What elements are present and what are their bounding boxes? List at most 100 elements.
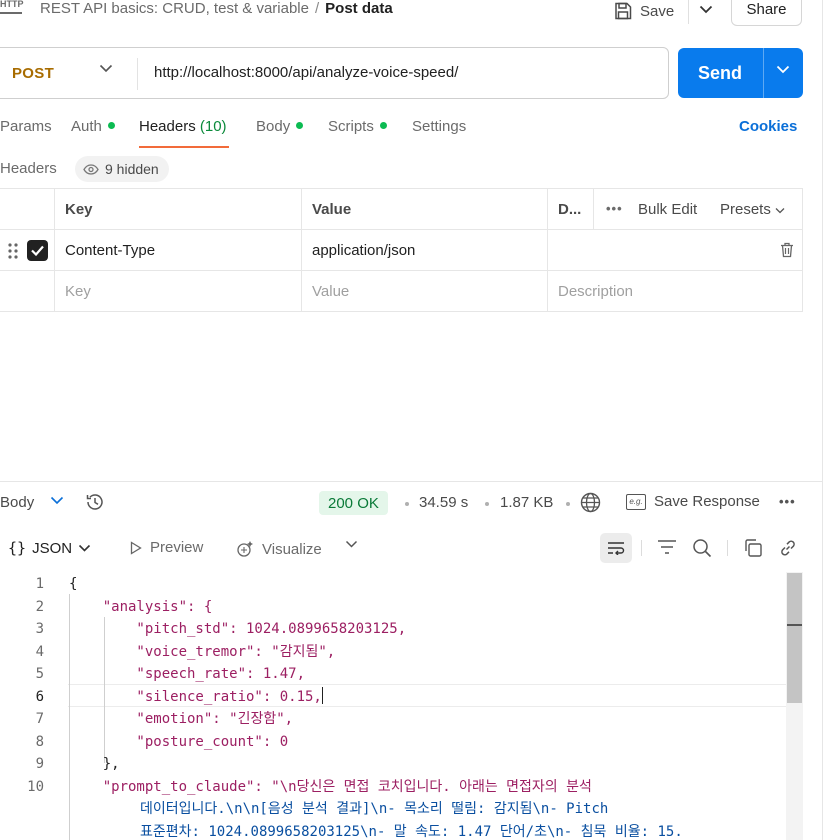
url-input[interactable]: http://localhost:8000/api/analyze-voice-…: [154, 64, 458, 81]
share-button[interactable]: Share: [731, 0, 802, 26]
chevron-down-icon: [775, 208, 785, 214]
drag-handle-icon[interactable]: [8, 242, 18, 260]
code-line-wrapped: 데이터입니다.\n\n[음성 분석 결과]\n- 목소리 떨림: 감지됨\n- …: [0, 798, 786, 821]
row-checkbox[interactable]: [27, 240, 48, 261]
request-name[interactable]: Post data: [325, 0, 393, 17]
search-icon[interactable]: [692, 538, 712, 558]
response-body-editor[interactable]: 1 { 2 "analysis": { 3 "pitch_std": 1024.…: [0, 572, 803, 840]
tab-auth[interactable]: Auth: [71, 118, 115, 148]
scrollbar-position-marker: [787, 624, 802, 626]
filter-icon[interactable]: [657, 538, 677, 556]
more-options-icon[interactable]: •••: [606, 201, 623, 216]
line-number: 10: [27, 778, 44, 795]
code-text: "pitch_std": 1024.0899658203125,: [69, 621, 407, 637]
code-text: "posture_count": 0: [69, 733, 289, 750]
headers-table: Key Value D... ••• Bulk Edit Presets Con…: [0, 188, 803, 312]
status-dot: [379, 122, 387, 129]
presets-dropdown[interactable]: Presets: [720, 201, 785, 218]
separator-dot: [566, 502, 570, 506]
divider: [137, 58, 138, 90]
tab-scripts[interactable]: Scripts: [328, 118, 387, 148]
line-number: 4: [35, 643, 44, 660]
table-header-row: Key Value D... ••• Bulk Edit Presets: [0, 189, 802, 230]
key-input[interactable]: Key: [54, 271, 301, 312]
response-size[interactable]: 1.87 KB: [500, 494, 553, 511]
save-button[interactable]: Save: [614, 0, 674, 22]
table-row: Content-Type application/json: [0, 230, 802, 271]
line-number: 8: [35, 733, 44, 750]
code-text: "speech_rate": 1.47,: [69, 666, 306, 682]
scrollbar-thumb[interactable]: [787, 573, 802, 703]
history-icon[interactable]: [85, 492, 105, 512]
request-tabs: Params Auth Headers (10) Body Scripts Se…: [0, 118, 833, 150]
code-line: 9 },: [0, 753, 786, 776]
header-description-cell[interactable]: [547, 230, 802, 271]
status-dot: [107, 122, 115, 129]
code-line: 2 "analysis": {: [0, 596, 786, 619]
format-label: JSON: [32, 539, 73, 557]
response-format-bar: {} JSON Preview Visualize: [0, 532, 833, 564]
preview-button[interactable]: Preview: [130, 539, 203, 556]
chevron-down-icon: [699, 5, 712, 13]
breadcrumb-separator: /: [314, 0, 320, 17]
code-line: 5 "speech_rate": 1.47,: [0, 663, 786, 686]
chevron-down-icon[interactable]: [99, 64, 113, 73]
chevron-down-icon[interactable]: [345, 540, 358, 549]
response-divider[interactable]: [0, 481, 822, 482]
code-text: },: [69, 756, 120, 772]
headers-section-title: Headers: [0, 160, 57, 177]
response-time[interactable]: 34.59 s: [419, 494, 468, 511]
visualize-button[interactable]: Visualize: [236, 539, 322, 559]
trash-icon[interactable]: [780, 242, 794, 258]
method-select[interactable]: POST: [12, 65, 54, 82]
chevron-down-icon[interactable]: [50, 496, 64, 505]
header-value-cell[interactable]: application/json: [301, 230, 547, 271]
line-number: 2: [35, 598, 44, 615]
save-response-button[interactable]: e.g. Save Response: [626, 493, 760, 510]
separator-dot: [485, 502, 489, 506]
divider: [641, 540, 642, 556]
table-row-empty: Key Value Description: [0, 271, 802, 312]
wrap-icon: [608, 542, 625, 555]
code-text: "voice_tremor": "감지됨",: [69, 643, 336, 660]
code-line: 8 "posture_count": 0: [0, 731, 786, 754]
more-options-icon[interactable]: •••: [779, 494, 796, 509]
hidden-headers-toggle[interactable]: 9 hidden: [75, 156, 169, 182]
line-number: 9: [35, 756, 44, 772]
code-line: 3 "pitch_std": 1024.0899658203125,: [0, 618, 786, 641]
header-key-cell[interactable]: Content-Type: [54, 230, 301, 271]
bulk-edit-button[interactable]: Bulk Edit: [638, 201, 697, 218]
format-select[interactable]: {} JSON: [0, 532, 99, 564]
chevron-down-icon[interactable]: [776, 65, 790, 74]
code-line: 7 "emotion": "긴장함",: [0, 708, 786, 731]
tab-headers[interactable]: Headers (10): [139, 118, 229, 148]
link-icon[interactable]: [778, 538, 798, 558]
tab-body[interactable]: Body: [256, 118, 304, 148]
cookies-link[interactable]: Cookies: [739, 118, 797, 135]
wrap-lines-button[interactable]: [600, 533, 632, 563]
response-body-label[interactable]: Body: [0, 494, 34, 511]
description-input[interactable]: Description: [547, 271, 802, 312]
divider: [727, 540, 728, 556]
save-response-label: Save Response: [654, 493, 760, 510]
breadcrumb: REST API basics: CRUD, test & variable / P…: [40, 0, 393, 18]
tab-settings[interactable]: Settings: [412, 118, 466, 148]
send-button[interactable]: Send: [678, 48, 803, 98]
checkmark-icon: [31, 245, 44, 257]
code-line-wrapped: 표준편차: 1024.0899658203125\n- 말 속도: 1.47 단…: [0, 821, 786, 840]
visualize-icon: [237, 541, 253, 557]
tab-params[interactable]: Params: [0, 118, 52, 148]
hidden-headers-label: 9 hidden: [105, 161, 159, 177]
copy-icon[interactable]: [743, 538, 763, 558]
value-input[interactable]: Value: [301, 271, 547, 312]
separator-dot: [405, 502, 409, 506]
play-icon: [130, 540, 142, 555]
column-header-value: Value: [301, 189, 547, 230]
status-badge[interactable]: 200 OK: [319, 491, 388, 515]
globe-icon[interactable]: [580, 492, 601, 513]
save-dropdown-button[interactable]: [688, 0, 722, 24]
column-header-key: Key: [54, 189, 301, 230]
breadcrumb-collection[interactable]: REST API basics: CRUD, test & variable: [40, 0, 309, 17]
example-icon: e.g.: [626, 493, 646, 510]
code-text: "emotion": "긴장함",: [69, 711, 294, 727]
